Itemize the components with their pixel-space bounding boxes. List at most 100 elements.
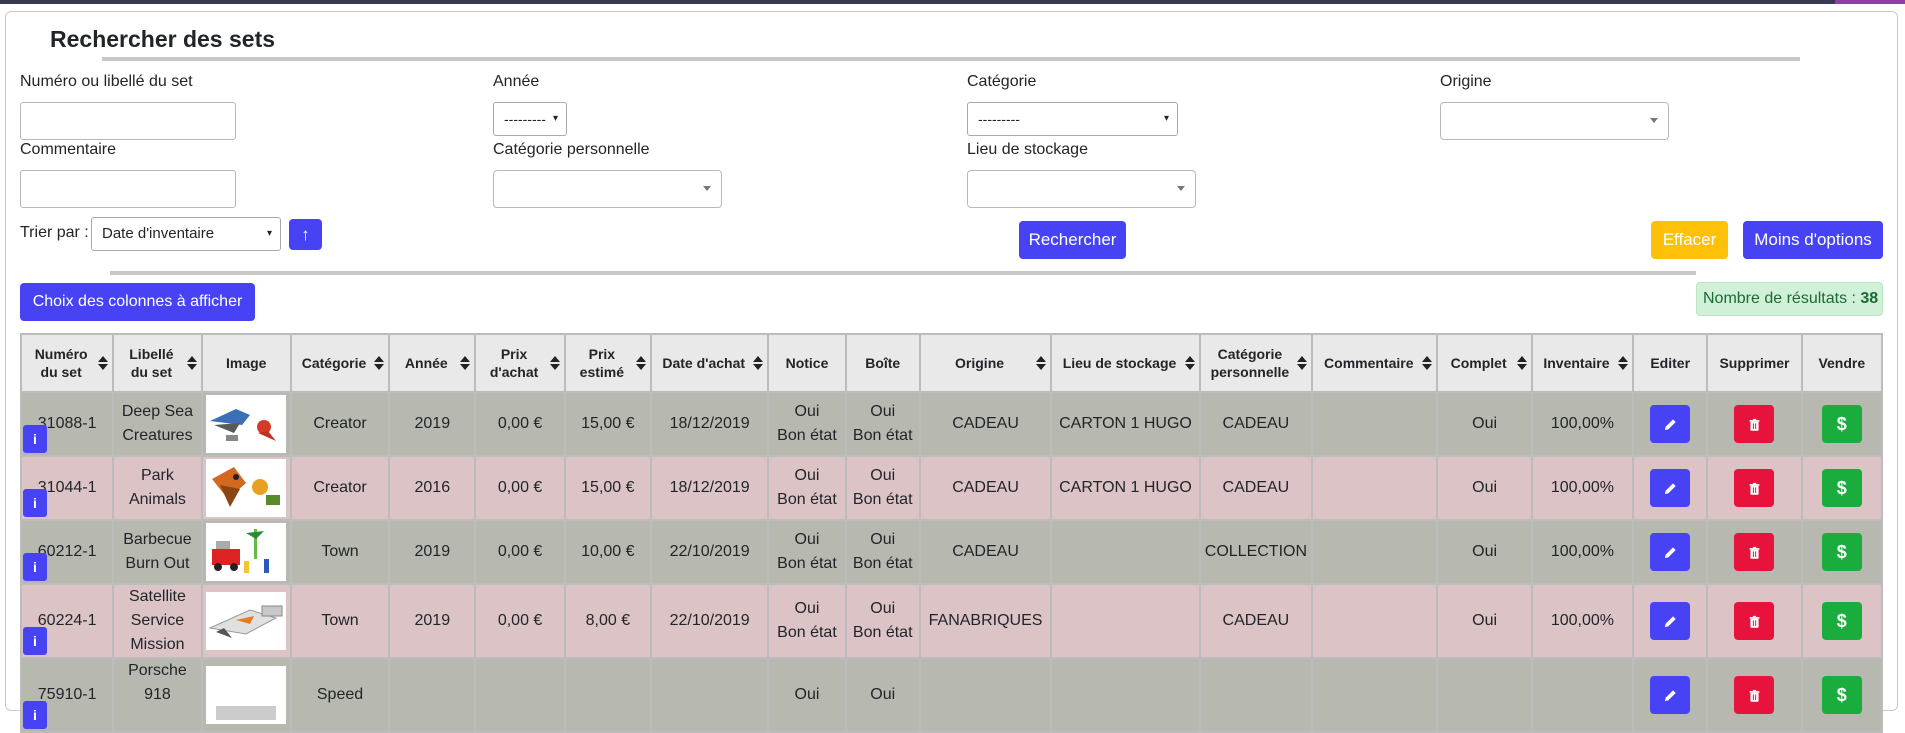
sets-table: Numéro du set Libellé du set Image Catégor… (19, 333, 1884, 733)
sort-direction-button[interactable]: ↑ (289, 219, 322, 250)
set-number: 75910-1 (37, 686, 97, 703)
header-estimated-price[interactable]: Prix estimé (563, 333, 652, 393)
arrow-up-icon: ↑ (301, 225, 310, 244)
sort-select-value: Date d'inventaire (102, 225, 215, 242)
estimated-price-cell: 8,00 € (563, 583, 652, 659)
year-select-value: --------- (504, 111, 546, 127)
header-set-label[interactable]: Libellé du set (112, 333, 203, 393)
set-thumbnail[interactable] (206, 666, 287, 724)
search-button[interactable]: Rechercher (1019, 221, 1126, 259)
category-label: Catégorie (967, 73, 1037, 90)
info-icon[interactable]: i (23, 553, 47, 581)
estimated-price-cell: 10,00 € (563, 519, 652, 585)
origin-cell (918, 657, 1053, 733)
header-comment[interactable]: Commentaire (1311, 333, 1439, 393)
edit-button[interactable] (1650, 533, 1691, 571)
category-cell: Creator (289, 455, 391, 521)
inventory-cell: 100,00% (1530, 455, 1635, 521)
less-options-button[interactable]: Moins d'options (1743, 221, 1883, 259)
clear-button[interactable]: Effacer (1651, 221, 1728, 259)
comment-cell (1311, 519, 1439, 585)
notice-cell-line: Oui (794, 403, 820, 420)
header-year[interactable]: Année (388, 333, 477, 393)
complete-cell: Oui (1436, 391, 1533, 457)
storage-cell (1050, 583, 1201, 659)
box-cell-line: Bon état (852, 624, 913, 641)
info-icon[interactable]: i (23, 489, 47, 517)
complete-cell: Oui (1436, 519, 1533, 585)
notice-cell-line: Bon état (777, 624, 837, 641)
delete-button[interactable] (1734, 469, 1775, 507)
edit-button[interactable] (1650, 469, 1691, 507)
sort-icon (1422, 355, 1433, 371)
personal-category-select[interactable] (493, 170, 722, 208)
trash-icon (1748, 418, 1761, 432)
storage-cell: CARTON 1 HUGO (1050, 455, 1201, 521)
set-input[interactable] (20, 102, 236, 140)
set-name-line: Porsche 918 (128, 662, 187, 703)
edit-button[interactable] (1650, 602, 1691, 640)
category-cell: Town (289, 519, 391, 585)
header-category[interactable]: Catégorie (289, 333, 391, 393)
image-cell (200, 455, 292, 521)
year-cell: 2019 (388, 391, 477, 457)
title-divider (102, 57, 1800, 61)
header-notice: Notice (767, 333, 847, 393)
header-purchase-price[interactable]: Prix d'achat (474, 333, 566, 393)
set-name: Barbecue Burn Out (112, 519, 203, 585)
info-icon[interactable]: i (23, 701, 47, 729)
delete-button[interactable] (1734, 602, 1775, 640)
table-row: 31088-1 i Deep Sea Creatures Creator 2019 0,00… (19, 391, 1884, 457)
delete-button[interactable] (1734, 533, 1775, 571)
header-origin[interactable]: Origine (918, 333, 1053, 393)
set-name-line: Mission (130, 636, 185, 653)
edit-button[interactable] (1650, 676, 1691, 714)
header-complete[interactable]: Complet (1436, 333, 1533, 393)
set-thumbnail[interactable] (206, 459, 287, 517)
chevron-down-icon: ▾ (1163, 113, 1169, 124)
chevron-down-icon: ▾ (552, 113, 558, 124)
origin-select[interactable] (1440, 102, 1669, 140)
header-box: Boîte (844, 333, 921, 393)
personal-category-cell: CADEAU (1198, 391, 1314, 457)
sell-button[interactable]: $ (1821, 602, 1862, 640)
dollar-icon: $ (1836, 414, 1847, 434)
image-cell (200, 519, 292, 585)
sort-icon (374, 355, 385, 371)
comment-input[interactable] (20, 170, 236, 208)
delete-button[interactable] (1734, 676, 1775, 714)
sell-button[interactable]: $ (1821, 533, 1862, 571)
category-cell: Speed (289, 657, 391, 733)
header-inventory[interactable]: Inventaire (1530, 333, 1635, 393)
pencil-icon (1663, 615, 1677, 629)
notice-cell: Oui Bon état (767, 583, 847, 659)
sort-select[interactable]: Date d'inventaire ▾ (91, 217, 281, 251)
set-thumbnail[interactable] (206, 592, 287, 650)
sell-button[interactable]: $ (1821, 676, 1862, 714)
set-thumbnail[interactable] (206, 523, 287, 581)
category-select[interactable]: --------- ▾ (967, 102, 1178, 136)
info-icon[interactable]: i (23, 425, 47, 453)
set-thumbnail[interactable] (206, 395, 287, 453)
results-count: 38 (1860, 290, 1879, 307)
year-cell (388, 657, 477, 733)
header-set-number[interactable]: Numéro du set (19, 333, 115, 393)
estimated-price-cell: 15,00 € (563, 455, 652, 521)
info-icon[interactable]: i (23, 627, 47, 655)
notice-cell-line: Oui (794, 531, 820, 548)
sell-button[interactable]: $ (1821, 469, 1862, 507)
delete-button[interactable] (1734, 405, 1775, 443)
storage-select[interactable] (967, 170, 1196, 208)
year-select[interactable]: --------- ▾ (493, 102, 567, 136)
personal-category-cell: COLLECTION (1198, 519, 1314, 585)
edit-cell (1632, 391, 1709, 457)
trash-icon (1748, 482, 1761, 496)
header-purchase-date[interactable]: Date d'achat (649, 333, 770, 393)
choose-columns-button[interactable]: Choix des colonnes à afficher (20, 283, 255, 321)
header-storage[interactable]: Lieu de stockage (1050, 333, 1201, 393)
delete-cell (1706, 657, 1803, 733)
edit-button[interactable] (1650, 405, 1691, 443)
sell-button[interactable]: $ (1821, 405, 1862, 443)
notice-cell-line: Bon état (777, 427, 837, 444)
header-personal-category[interactable]: Catégorie personnelle (1198, 333, 1314, 393)
